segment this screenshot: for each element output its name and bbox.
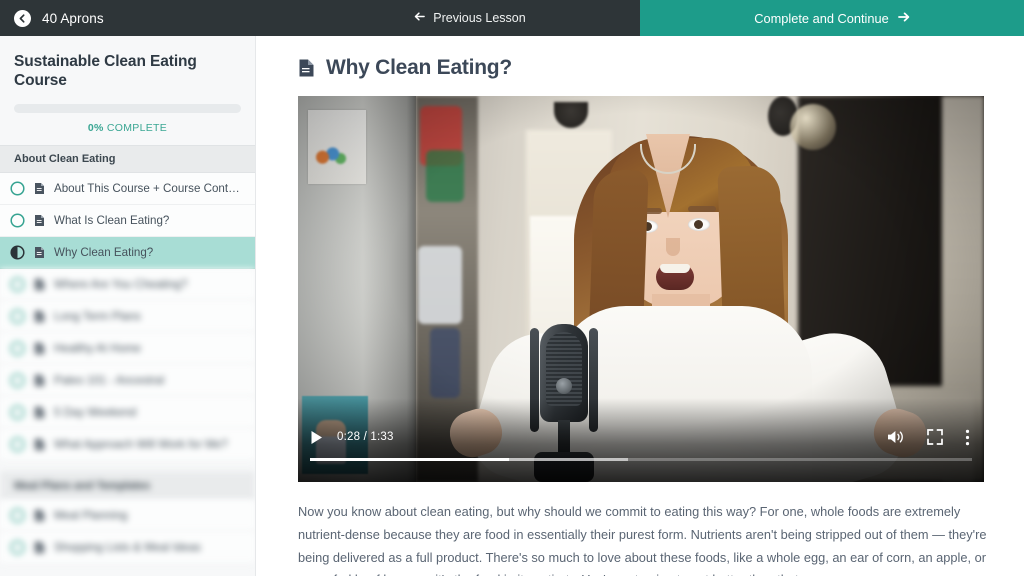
back-circle-icon[interactable] <box>14 9 31 27</box>
complete-and-continue-label: Complete and Continue <box>754 10 889 26</box>
document-icon <box>34 246 45 259</box>
lesson-title-row: Why Clean Eating? <box>298 56 984 80</box>
sidebar-lesson-label: Where Are You Cheating? <box>54 277 188 291</box>
fullscreen-icon[interactable] <box>927 429 943 445</box>
status-in-progress-icon <box>10 245 25 260</box>
status-incomplete-icon <box>10 341 25 356</box>
arrow-left-icon <box>414 11 426 25</box>
lesson-page-title: Why Clean Eating? <box>326 56 512 79</box>
sidebar-lesson-label: Healthy At Home <box>54 341 141 355</box>
top-navigation-bar: 40 Aprons Previous Lesson Complete and C… <box>0 0 1024 36</box>
status-incomplete-icon <box>10 508 25 523</box>
sidebar-lesson[interactable]: What Approach Will Work for Me? <box>0 428 255 461</box>
course-sidebar: Sustainable Clean Eating Course 0% COMPL… <box>0 36 256 576</box>
sidebar-lesson-label: Shopping Lists & Meal Ideas <box>54 540 201 554</box>
section-header: About Clean Eating <box>0 144 255 173</box>
sidebar-lesson-label: Why Clean Eating? <box>54 245 154 259</box>
sidebar-lesson-label: About This Course + Course Contents <box>54 181 243 195</box>
status-incomplete-icon <box>10 277 25 292</box>
status-incomplete-icon <box>10 540 25 555</box>
sidebar-lesson[interactable]: About This Course + Course Contents <box>0 172 255 205</box>
sidebar-lesson[interactable]: Where Are You Cheating? <box>0 268 255 301</box>
document-icon <box>34 310 45 323</box>
document-icon <box>34 214 45 227</box>
status-incomplete-icon <box>10 213 25 228</box>
section-header: Meal Plans and Templates <box>0 471 255 500</box>
course-progress-word: COMPLETE <box>106 121 168 134</box>
sidebar-lesson-label: Meal Planning <box>54 508 128 522</box>
sidebar-lesson-label: Paleo 101 - Ancestral <box>54 373 165 387</box>
sidebar-lesson[interactable]: 5 Day Weekend <box>0 396 255 429</box>
document-icon <box>34 182 45 195</box>
sidebar-lesson[interactable]: Shopping Lists & Meal Ideas <box>0 531 255 564</box>
document-icon <box>34 509 45 522</box>
sidebar-lesson-label: 5 Day Weekend <box>54 405 137 419</box>
sidebar-lesson-label: What Approach Will Work for Me? <box>54 437 228 451</box>
brand-area[interactable]: 40 Aprons <box>0 0 300 36</box>
status-incomplete-icon <box>10 405 25 420</box>
video-player[interactable]: 0:28 / 1:33 <box>298 96 984 482</box>
previous-lesson-button[interactable]: Previous Lesson <box>414 11 526 25</box>
sidebar-lesson[interactable]: What Is Clean Eating? <box>0 204 255 237</box>
sidebar-lesson-label: What Is Clean Eating? <box>54 213 170 227</box>
video-time-display: 0:28 / 1:33 <box>337 431 394 443</box>
more-vertical-icon[interactable] <box>965 429 970 446</box>
status-incomplete-icon <box>10 437 25 452</box>
document-icon <box>34 374 45 387</box>
document-icon <box>34 342 45 355</box>
sidebar-lesson[interactable]: Long Term Plans <box>0 300 255 333</box>
document-icon <box>34 438 45 451</box>
video-played-fill <box>310 458 509 461</box>
document-icon <box>298 58 315 78</box>
video-progress-bar[interactable] <box>310 458 972 461</box>
lesson-content: Why Clean Eating? 0:28 / 1:33 Now you kn… <box>256 36 1024 576</box>
course-sections: About Clean Eating About This Course + Co… <box>0 144 255 564</box>
course-title: Sustainable Clean Eating Course <box>14 53 197 90</box>
lesson-paragraph: Now you know about clean eating, but why… <box>298 504 987 576</box>
volume-icon[interactable] <box>886 429 905 445</box>
video-controls: 0:28 / 1:33 <box>298 422 984 452</box>
sidebar-lesson-label: Long Term Plans <box>54 309 141 323</box>
brand-name: 40 Aprons <box>42 10 104 26</box>
course-progress-bar <box>14 103 241 113</box>
sidebar-lesson-active[interactable]: Why Clean Eating? <box>0 236 255 269</box>
document-icon <box>34 278 45 291</box>
page-shell: Sustainable Clean Eating Course 0% COMPL… <box>0 36 1024 576</box>
status-incomplete-icon <box>10 309 25 324</box>
play-icon[interactable] <box>310 430 323 445</box>
status-incomplete-icon <box>10 181 25 196</box>
course-progress-label: 0% COMPLETE <box>14 122 241 134</box>
sidebar-lesson[interactable]: Meal Planning <box>0 499 255 532</box>
document-icon <box>34 406 45 419</box>
course-header: Sustainable Clean Eating Course 0% COMPL… <box>0 36 255 134</box>
previous-lesson-label: Previous Lesson <box>433 11 526 25</box>
sidebar-lesson[interactable]: Healthy At Home <box>0 332 255 365</box>
course-progress-percent: 0% <box>87 121 104 134</box>
document-icon <box>34 541 45 554</box>
sidebar-lesson[interactable]: Paleo 101 - Ancestral <box>0 364 255 397</box>
arrow-right-icon <box>897 11 910 26</box>
complete-and-continue-button[interactable]: Complete and Continue <box>640 0 1024 36</box>
status-incomplete-icon <box>10 373 25 388</box>
previous-lesson-area: Previous Lesson <box>300 0 640 36</box>
